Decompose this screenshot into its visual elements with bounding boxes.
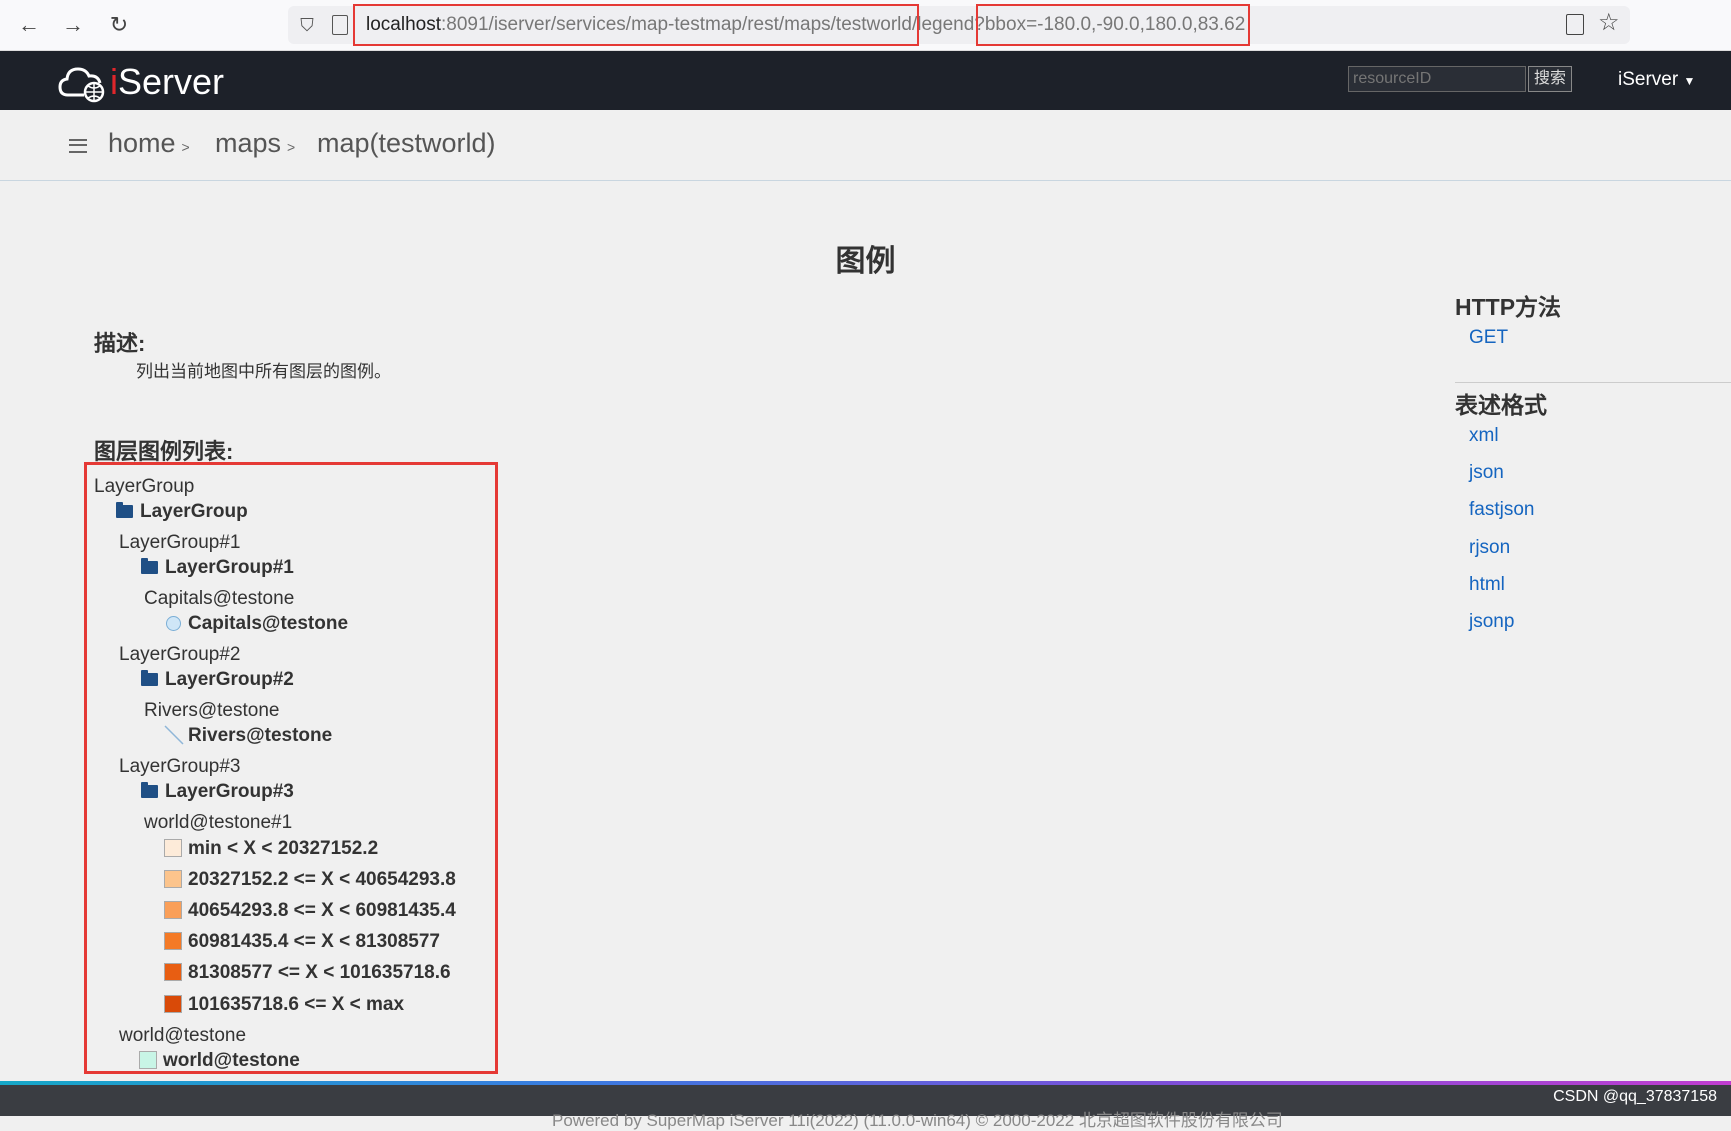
layer-name: LayerGroup#1: [141, 556, 294, 580]
capital-point-icon: [166, 616, 181, 631]
format-xml-link[interactable]: xml: [1469, 425, 1499, 447]
cloud-globe-icon: [58, 67, 105, 103]
layer-label: world@testone#1: [144, 812, 293, 833]
folder-icon: [141, 782, 158, 798]
search-button[interactable]: 搜索: [1528, 66, 1572, 92]
layer-label: world@testone: [119, 1025, 247, 1046]
range-swatch: [164, 870, 182, 888]
forward-icon[interactable]: →: [58, 10, 88, 40]
layer-name: Rivers@testone: [164, 724, 332, 748]
layer-label: Capitals@testone: [144, 588, 295, 609]
layer-label: Rivers@testone: [144, 700, 280, 721]
browser-toolbar: ← → ↻ ⛉ localhost:8091/iserver/services/…: [0, 0, 1731, 51]
sidebar-divider: [1455, 382, 1731, 383]
reload-icon[interactable]: ↻: [104, 10, 134, 40]
layer-name: LayerGroup: [116, 500, 248, 524]
world-swatch: [139, 1051, 157, 1069]
breadcrumb: home > maps > map(testworld): [0, 110, 1731, 181]
layer-name: Capitals@testone: [166, 612, 348, 636]
iserver-dropdown[interactable]: iServer ▼: [1618, 69, 1695, 91]
format-fastjson-link[interactable]: fastjson: [1469, 499, 1534, 521]
river-line-icon: [164, 725, 184, 745]
format-jsonp-link[interactable]: jsonp: [1469, 611, 1514, 633]
iserver-logo[interactable]: iServer: [58, 59, 238, 103]
site-header: iServer 搜索 iServer ▼: [0, 51, 1731, 110]
layer-name: LayerGroup#2: [141, 668, 294, 692]
formats-heading: 表述格式: [1455, 392, 1547, 418]
layer-label: LayerGroup#3: [119, 756, 241, 777]
range-item: 40654293.8 <= X < 60981435.4: [164, 899, 456, 923]
url-tail: /legend: [911, 14, 975, 35]
layer-name: world@testone: [139, 1049, 300, 1073]
range-item: 101635718.6 <= X < max: [164, 993, 404, 1017]
footer: Powered by SuperMap iServer 11i(2022) (1…: [0, 1085, 1731, 1130]
range-swatch: [164, 901, 182, 919]
url-highlight-box: [353, 4, 919, 46]
description-text: 列出当前地图中所有图层的图例。: [136, 362, 391, 381]
breadcrumb-current: map(testworld): [317, 128, 496, 158]
shield-icon[interactable]: ⛉: [296, 14, 318, 36]
logo-wordmark: iServer: [110, 61, 225, 102]
footer-text: Powered by SuperMap iServer 11i(2022) (1…: [552, 1111, 1283, 1130]
layer-label: LayerGroup#1: [119, 532, 241, 553]
layer-label: LayerGroup#2: [119, 644, 241, 665]
back-icon[interactable]: ←: [14, 10, 44, 40]
folder-icon: [141, 670, 158, 686]
format-json-link[interactable]: json: [1469, 462, 1504, 484]
page-title: 图例: [835, 245, 896, 278]
folder-icon: [141, 558, 158, 574]
bookmark-star-icon[interactable]: ☆: [1598, 8, 1620, 38]
description-heading: 描述:: [94, 331, 146, 356]
range-item: 20327152.2 <= X < 40654293.8: [164, 868, 456, 892]
range-swatch: [164, 995, 182, 1013]
query-highlight-box: [976, 4, 1250, 46]
method-get-link[interactable]: GET: [1469, 327, 1508, 349]
list-icon: [69, 139, 87, 153]
resource-id-search-input[interactable]: [1348, 66, 1526, 92]
range-swatch: [164, 839, 182, 857]
reader-view-icon[interactable]: [1566, 14, 1584, 35]
format-html-link[interactable]: html: [1469, 574, 1505, 596]
watermark: CSDN @qq_37837158: [1553, 1088, 1717, 1105]
range-item: 60981435.4 <= X < 81308577: [164, 930, 440, 954]
http-methods-heading: HTTP方法: [1455, 294, 1562, 320]
range-item: 81308577 <= X < 101635718.6: [164, 961, 451, 985]
format-rjson-link[interactable]: rjson: [1469, 537, 1510, 559]
range-swatch: [164, 932, 182, 950]
folder-icon: [116, 502, 133, 518]
page-info-icon[interactable]: [332, 15, 348, 35]
layer-name: LayerGroup#3: [141, 780, 294, 804]
range-swatch: [164, 963, 182, 981]
iserver-dropdown-label: iServer: [1618, 69, 1679, 90]
breadcrumb-maps[interactable]: maps >: [215, 128, 295, 159]
breadcrumb-home[interactable]: home >: [108, 128, 190, 159]
range-item: min < X < 20327152.2: [164, 837, 378, 861]
layer-label: LayerGroup: [94, 476, 195, 497]
caret-down-icon: ▼: [1683, 74, 1696, 88]
